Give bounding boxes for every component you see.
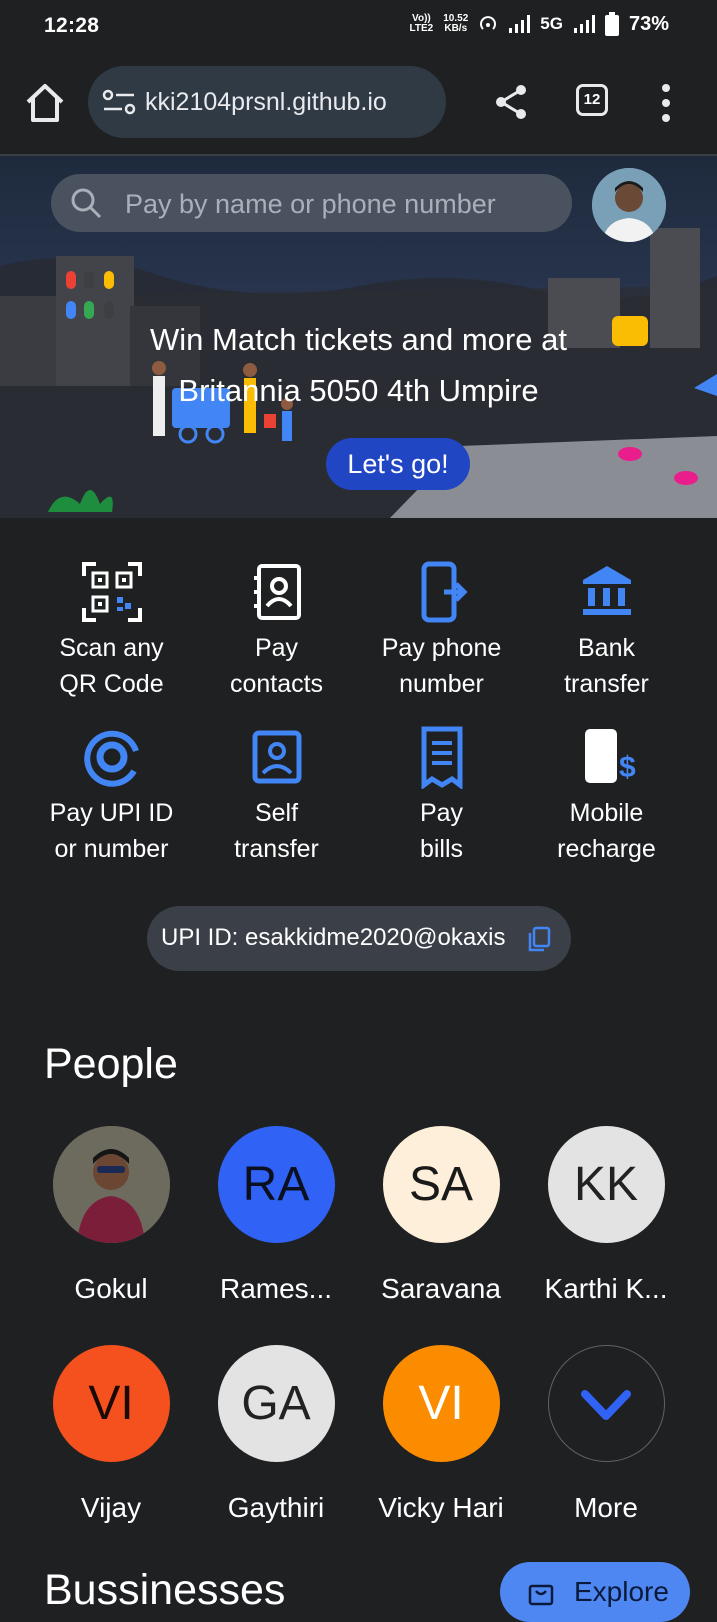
action-label: Mobile recharge xyxy=(557,799,656,863)
volte-indicator: Vo)) LTE2 xyxy=(409,13,434,34)
battery-percent: 73% xyxy=(628,12,669,35)
person-name: Rames... xyxy=(219,1273,333,1304)
status-bar: 12:28 Vo)) LTE2 10.52 KB/s 5G 73% xyxy=(0,0,717,52)
action-pay-bills[interactable]: Pay bills xyxy=(359,725,524,867)
contacts-book-icon xyxy=(253,564,301,620)
explore-label: Explore xyxy=(574,1576,669,1607)
avatar xyxy=(52,1126,170,1243)
avatar: SA xyxy=(382,1126,500,1243)
person-name: Gokul xyxy=(74,1273,148,1304)
person-vijay[interactable]: VI Vijay xyxy=(29,1345,193,1524)
hotspot-icon xyxy=(480,16,497,30)
svg-text:$: $ xyxy=(619,751,636,784)
action-pay-upi-id[interactable]: Pay UPI ID or number xyxy=(29,725,194,867)
person-name: Saravana xyxy=(381,1273,501,1304)
person-saravana[interactable]: SA Saravana xyxy=(359,1126,523,1305)
receipt-icon xyxy=(421,726,462,789)
more-circle xyxy=(547,1345,665,1462)
profile-photo xyxy=(592,168,666,242)
address-bar[interactable]: kki2104prsnl.github.io xyxy=(88,66,446,138)
mobile-recharge-icon: $ xyxy=(584,729,636,784)
person-vicky-hari[interactable]: VI Vicky Hari xyxy=(359,1345,523,1524)
status-icons: Vo)) LTE2 10.52 KB/s 5G 73% xyxy=(410,12,669,36)
site-settings-icon[interactable] xyxy=(102,88,136,116)
action-pay-phone[interactable]: Pay phone number xyxy=(359,560,524,702)
action-label: Bank transfer xyxy=(564,634,649,698)
action-label: Self transfer xyxy=(234,799,319,863)
contact-photo xyxy=(52,1126,170,1243)
network-speed: 10.52 KB/s xyxy=(443,13,469,34)
action-mobile-recharge[interactable]: $ Mobile recharge xyxy=(524,725,689,867)
signal-icon-2 xyxy=(573,15,595,33)
tab-switcher-button[interactable]: 12 xyxy=(576,84,608,116)
person-gaythiri[interactable]: GA Gaythiri xyxy=(194,1345,358,1524)
avatar: GA xyxy=(217,1345,335,1462)
lets-go-button[interactable]: Let's go! xyxy=(326,438,470,490)
signal-icon xyxy=(509,15,531,33)
upi-id-text: UPI ID: esakkidme2020@okaxis xyxy=(161,924,506,951)
copy-icon[interactable] xyxy=(527,926,551,952)
avatar: VI xyxy=(382,1345,500,1462)
action-label: Scan any QR Code xyxy=(59,634,164,698)
banner-title: Win Match tickets and more at Britannia … xyxy=(150,322,567,408)
share-icon[interactable] xyxy=(494,82,528,122)
more-people-button[interactable]: More xyxy=(524,1345,688,1524)
action-self-transfer[interactable]: Self transfer xyxy=(194,725,359,867)
person-name: Vicky Hari xyxy=(378,1492,504,1523)
action-label: Pay contacts xyxy=(229,634,324,698)
action-label: Pay phone number xyxy=(381,634,502,698)
people-title: People xyxy=(44,1040,178,1088)
phone-transfer-icon xyxy=(421,561,468,623)
avatar: KK xyxy=(547,1126,665,1243)
action-pay-contacts[interactable]: Pay contacts xyxy=(194,560,359,702)
url-text: kki2104prsnl.github.io xyxy=(145,88,387,116)
promo-banner: Pay by name or phone number Win Match ti… xyxy=(0,156,717,518)
status-time: 12:28 xyxy=(44,14,100,37)
search-icon xyxy=(71,188,102,219)
person-karthi[interactable]: KK Karthi K... xyxy=(524,1126,688,1305)
person-name: Vijay xyxy=(80,1492,142,1523)
search-bar[interactable]: Pay by name or phone number xyxy=(51,174,572,232)
self-transfer-icon xyxy=(252,730,301,784)
person-name: Karthi K... xyxy=(544,1273,668,1304)
more-menu-icon[interactable] xyxy=(656,82,676,124)
upi-id-chip[interactable]: UPI ID: esakkidme2020@okaxis xyxy=(147,906,571,971)
shopping-bag-icon xyxy=(528,1584,554,1606)
businesses-title: Bussinesses xyxy=(44,1566,286,1614)
bank-icon xyxy=(582,566,631,615)
chevron-down-icon xyxy=(581,1390,631,1420)
action-label: Pay UPI ID or number xyxy=(49,799,174,863)
action-label: Pay bills xyxy=(419,799,464,863)
avatar: RA xyxy=(217,1126,335,1243)
person-name: More xyxy=(574,1492,638,1523)
action-scan-qr[interactable]: Scan any QR Code xyxy=(29,560,194,702)
profile-avatar[interactable] xyxy=(592,168,666,242)
person-name: Gaythiri xyxy=(227,1492,325,1523)
qr-code-icon xyxy=(81,562,142,622)
action-bank-transfer[interactable]: Bank transfer xyxy=(524,560,689,702)
network-type: 5G xyxy=(540,14,563,33)
browser-toolbar: kki2104prsnl.github.io 12 xyxy=(0,52,717,156)
battery-icon xyxy=(604,12,619,36)
avatar: VI xyxy=(52,1345,170,1462)
home-icon[interactable] xyxy=(22,80,68,126)
person-rames[interactable]: RA Rames... xyxy=(194,1126,358,1305)
at-sign-icon xyxy=(83,730,139,787)
explore-button[interactable]: Explore xyxy=(500,1562,690,1622)
search-placeholder: Pay by name or phone number xyxy=(125,189,496,219)
person-gokul[interactable]: Gokul xyxy=(29,1126,193,1305)
